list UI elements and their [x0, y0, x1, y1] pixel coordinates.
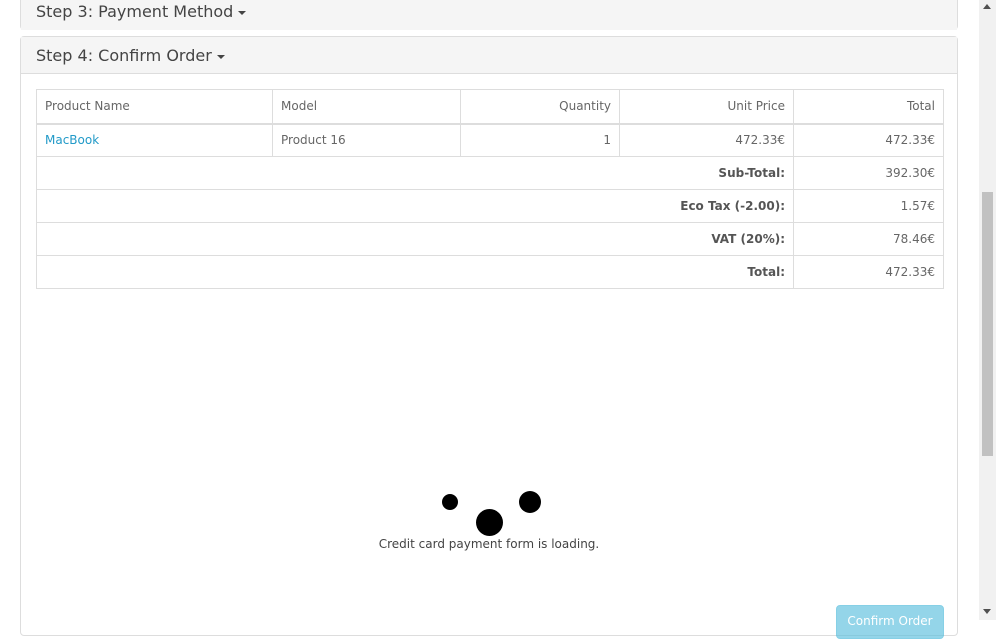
- scroll-down-arrow-icon[interactable]: [983, 609, 991, 614]
- scroll-up-arrow-icon[interactable]: [983, 4, 991, 9]
- step3-title: Step 3: Payment Method: [36, 2, 234, 21]
- table-header-row: Product Name Model Quantity Unit Price T…: [36, 89, 944, 125]
- order-table: Product Name Model Quantity Unit Price T…: [36, 89, 944, 289]
- step4-panel: Step 4: Confirm Order Product Name Model…: [20, 36, 958, 639]
- table-row: MacBook Product 16 1 472.33€ 472.33€: [36, 123, 944, 157]
- vat-label: VAT (20%):: [36, 222, 794, 256]
- total-row: Total: 472.33€: [36, 255, 944, 289]
- step4-title: Step 4: Confirm Order: [36, 46, 212, 65]
- total-value: 472.33€: [793, 255, 944, 289]
- vat-row: VAT (20%): 78.46€: [36, 222, 944, 256]
- spinner-dot: [476, 509, 503, 536]
- header-unit-price: Unit Price: [619, 89, 794, 125]
- spinner-dot: [519, 491, 541, 513]
- subtotal-label: Sub-Total:: [36, 156, 794, 190]
- product-link[interactable]: MacBook: [45, 133, 99, 147]
- cell-quantity: 1: [460, 123, 620, 157]
- cell-total: 472.33€: [793, 123, 944, 157]
- header-total: Total: [793, 89, 944, 125]
- ecotax-row: Eco Tax (-2.00): 1.57€: [36, 189, 944, 223]
- step4-heading[interactable]: Step 4: Confirm Order: [21, 37, 957, 74]
- loading-message: Credit card payment form is loading.: [378, 537, 600, 551]
- scrollbar-thumb[interactable]: [982, 192, 993, 456]
- caret-down-icon: [238, 10, 247, 15]
- total-label: Total:: [36, 255, 794, 289]
- header-product-name: Product Name: [36, 89, 273, 125]
- ecotax-value: 1.57€: [793, 189, 944, 223]
- vat-value: 78.46€: [793, 222, 944, 256]
- confirm-order-button[interactable]: Confirm Order: [836, 605, 944, 639]
- ecotax-label: Eco Tax (-2.00):: [36, 189, 794, 223]
- subtotal-value: 392.30€: [793, 156, 944, 190]
- subtotal-row: Sub-Total: 392.30€: [36, 156, 944, 190]
- vertical-scrollbar[interactable]: [979, 0, 996, 620]
- step3-panel: Step 3: Payment Method: [20, 0, 958, 30]
- caret-down-icon: [216, 54, 225, 59]
- header-quantity: Quantity: [460, 89, 620, 125]
- header-model: Model: [272, 89, 461, 125]
- spinner-dot: [442, 494, 458, 510]
- cell-unit-price: 472.33€: [619, 123, 794, 157]
- step3-heading[interactable]: Step 3: Payment Method: [21, 0, 957, 30]
- cell-model: Product 16: [272, 123, 461, 157]
- cell-product: MacBook: [36, 123, 273, 157]
